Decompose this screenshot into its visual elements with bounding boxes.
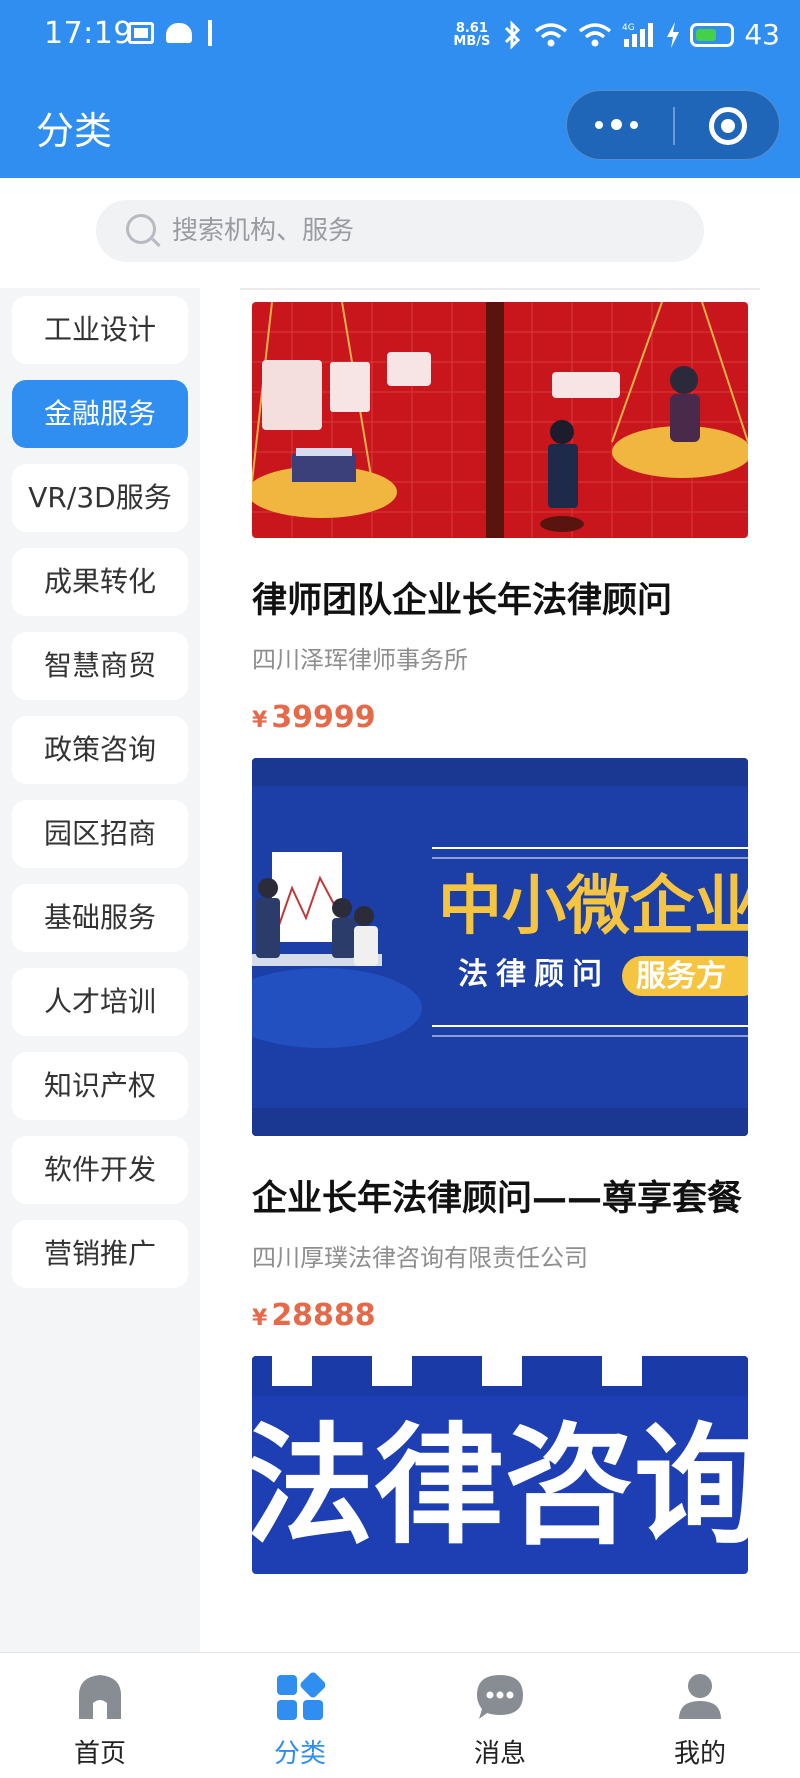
legal-scale-illustration bbox=[252, 302, 748, 538]
content-divider bbox=[240, 288, 760, 290]
category-item[interactable]: 软件开发 bbox=[12, 1136, 188, 1204]
gallery-notification-icon bbox=[128, 22, 154, 44]
bluetooth-icon bbox=[505, 19, 521, 50]
product-image[interactable]: 法律咨询 bbox=[252, 1356, 748, 1574]
legal-advisor-banner: 中小微企业 法律顾问 服务方 bbox=[252, 758, 748, 1136]
svg-text:服务方: 服务方 bbox=[636, 959, 726, 994]
category-icon bbox=[277, 1672, 325, 1720]
close-miniprogram-button[interactable] bbox=[709, 107, 747, 145]
status-time: 17:19 bbox=[44, 16, 133, 51]
tab-home[interactable]: 首页 bbox=[0, 1653, 200, 1778]
category-item[interactable]: 工业设计 bbox=[12, 296, 188, 364]
more-menu-button[interactable] bbox=[595, 119, 638, 130]
search-bar[interactable] bbox=[96, 200, 704, 262]
svg-text:中小微企业: 中小微企业 bbox=[438, 870, 748, 944]
category-sidebar: 工业设计 金融服务 VR/3D服务 成果转化 智慧商贸 政策咨询 园区招商 基础… bbox=[0, 288, 200, 1652]
search-icon bbox=[126, 214, 156, 244]
category-item[interactable]: VR/3D服务 bbox=[12, 464, 188, 532]
wifi-icon-2 bbox=[579, 22, 612, 46]
category-item[interactable]: 知识产权 bbox=[12, 1052, 188, 1120]
top-bar: 17:19 8.61 MB/S 4G 43 分类 bbox=[0, 0, 800, 178]
android-notification-icon bbox=[166, 23, 192, 43]
category-item[interactable]: 营销推广 bbox=[12, 1220, 188, 1288]
category-item[interactable]: 基础服务 bbox=[12, 884, 188, 952]
product-price: ¥28888 bbox=[252, 1298, 376, 1333]
usb-icon bbox=[208, 20, 212, 46]
legal-consult-banner: 法律咨询 bbox=[252, 1356, 748, 1574]
category-item[interactable]: 政策咨询 bbox=[12, 716, 188, 784]
message-icon bbox=[477, 1675, 523, 1719]
product-org: 四川泽珲律师事务所 bbox=[252, 646, 468, 674]
product-title[interactable]: 律师团队企业长年法律顾问 bbox=[252, 572, 672, 623]
status-bar: 17:19 8.61 MB/S 4G 43 bbox=[0, 0, 800, 74]
tab-messages[interactable]: 消息 bbox=[400, 1653, 600, 1778]
product-price: ¥39999 bbox=[252, 700, 376, 735]
svg-text:法律咨询: 法律咨询 bbox=[252, 1410, 748, 1562]
svg-text:4G: 4G bbox=[622, 23, 635, 33]
category-item[interactable]: 人才培训 bbox=[12, 968, 188, 1036]
product-org: 四川厚璞法律咨询有限责任公司 bbox=[252, 1244, 588, 1272]
charging-icon bbox=[667, 21, 680, 48]
svg-text:法律顾问: 法律顾问 bbox=[458, 957, 610, 992]
network-speed: 8.61 MB/S bbox=[453, 20, 491, 49]
page-title: 分类 bbox=[36, 109, 113, 153]
category-item-active[interactable]: 金融服务 bbox=[12, 380, 188, 448]
tab-profile[interactable]: 我的 bbox=[600, 1653, 800, 1778]
product-image[interactable]: 中小微企业 法律顾问 服务方 bbox=[252, 758, 748, 1136]
bottom-tab-bar: 首页 分类 消息 我的 bbox=[0, 1652, 800, 1778]
search-input[interactable] bbox=[172, 210, 672, 252]
battery-level: 43 bbox=[744, 18, 780, 51]
profile-icon bbox=[679, 1674, 721, 1719]
category-item[interactable]: 成果转化 bbox=[12, 548, 188, 616]
product-image[interactable] bbox=[252, 302, 748, 538]
wifi-icon bbox=[535, 22, 568, 46]
category-item[interactable]: 园区招商 bbox=[12, 800, 188, 868]
product-title[interactable]: 企业长年法律顾问——尊享套餐 bbox=[252, 1170, 742, 1221]
home-icon bbox=[79, 1675, 121, 1719]
cellular-signal-icon: 4G bbox=[622, 22, 654, 47]
tab-category[interactable]: 分类 bbox=[200, 1653, 400, 1778]
miniprogram-capsule bbox=[566, 90, 780, 160]
category-item[interactable]: 智慧商贸 bbox=[12, 632, 188, 700]
battery-icon bbox=[690, 22, 735, 47]
more-dots-icon bbox=[611, 119, 622, 130]
